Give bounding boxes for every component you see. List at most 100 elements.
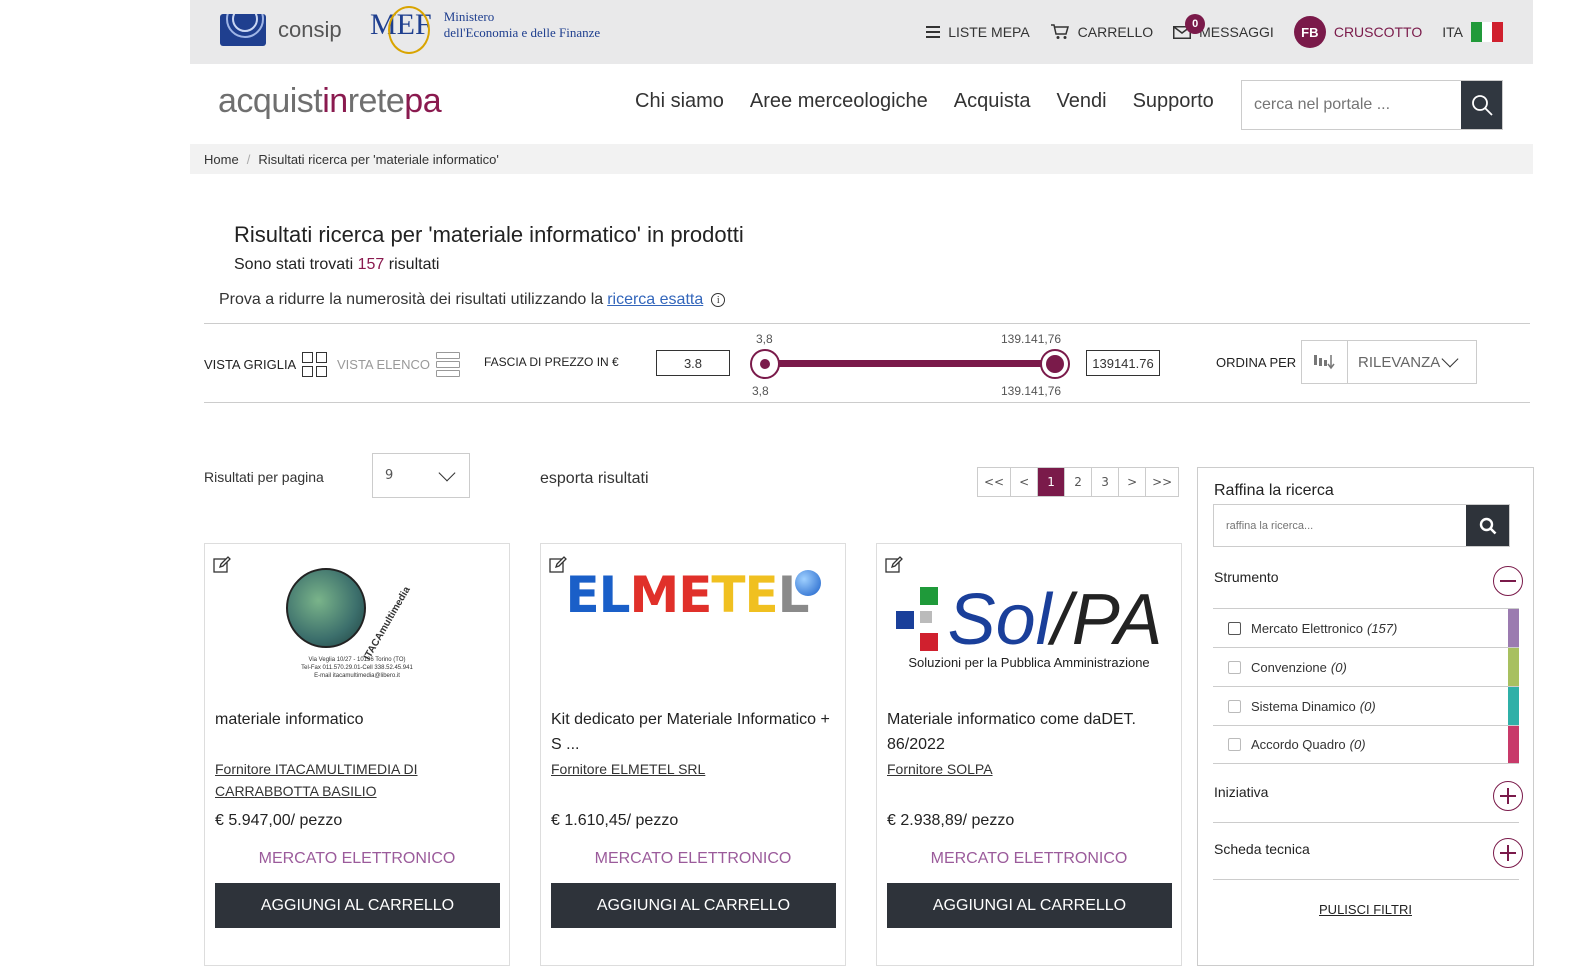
- expand-icon[interactable]: [1493, 781, 1523, 811]
- product-title[interactable]: Kit dedicato per Materiale Informatico +…: [551, 707, 831, 757]
- collapse-icon[interactable]: [1493, 566, 1523, 596]
- facet-checkbox[interactable]: [1228, 699, 1241, 713]
- results-per-page-select[interactable]: 9: [372, 453, 470, 498]
- product-card: Sol / PA Soluzioni per la Pubblica Ammin…: [876, 543, 1182, 966]
- nav-aree-merceologiche[interactable]: Aree merceologiche: [750, 90, 928, 113]
- list-view-toggle[interactable]: VISTA ELENCO: [337, 352, 460, 377]
- product-title[interactable]: materiale informatico: [215, 707, 495, 732]
- solpa-logo: Sol / PA Soluzioni per la Pubblica Ammin…: [895, 579, 1162, 670]
- language-label: ITA: [1442, 24, 1463, 40]
- consip-logo[interactable]: consip: [220, 14, 342, 46]
- results-count-suffix: risultati: [388, 256, 440, 273]
- pager-page-3[interactable]: 3: [1092, 468, 1120, 496]
- portal-search-button[interactable]: [1461, 81, 1502, 129]
- elmetel-logo-letter: L: [598, 566, 631, 624]
- expand-icon[interactable]: [1493, 838, 1523, 868]
- elmetel-logo-letter: E: [678, 566, 712, 624]
- breadcrumb-home[interactable]: Home: [204, 152, 239, 167]
- flag-stripe-green: [1471, 22, 1482, 42]
- acquistinretepa-logo[interactable]: acquistinretepa: [218, 82, 442, 121]
- add-to-cart-button[interactable]: AGGIUNGI AL CARRELLO: [215, 883, 500, 928]
- cruscotto-link[interactable]: FB CRUSCOTTO: [1293, 16, 1422, 48]
- facet-strumento-title[interactable]: Strumento: [1214, 569, 1279, 585]
- results-count: Sono stati trovati 157 risultati: [234, 256, 439, 274]
- chevron-down-icon: [438, 464, 456, 481]
- mef-logo-text: Ministero dell'Economia e delle Finanze: [444, 9, 600, 41]
- mef-logo[interactable]: MEF Ministero dell'Economia e delle Fina…: [370, 6, 600, 54]
- liste-mepa-label: LISTE MEPA: [948, 24, 1030, 40]
- results-count-number: 157: [357, 256, 385, 273]
- sort-select[interactable]: RILEVANZA: [1301, 340, 1477, 384]
- price-slider-max-handle[interactable]: [1040, 349, 1070, 379]
- pager-page-2[interactable]: 2: [1065, 468, 1093, 496]
- facet-option-sistema-dinamico[interactable]: Sistema Dinamico (0): [1213, 686, 1519, 725]
- liste-mepa-link[interactable]: LISTE MEPA: [926, 24, 1030, 40]
- flag-stripe-red: [1492, 22, 1504, 42]
- results-per-page-label: Risultati per pagina: [204, 469, 324, 485]
- pager-first[interactable]: <<: [978, 468, 1012, 496]
- nav-chi-siamo[interactable]: Chi siamo: [635, 90, 724, 113]
- add-to-cart-button[interactable]: AGGIUNGI AL CARRELLO: [887, 883, 1172, 928]
- grid-view-toggle[interactable]: VISTA GRIGLIA: [204, 352, 328, 377]
- pager-last[interactable]: >>: [1146, 468, 1178, 496]
- product-title[interactable]: Materiale informatico come daDET. 86/202…: [887, 707, 1167, 757]
- slider-min-bottom-label: 3,8: [752, 384, 769, 398]
- globe-icon: [794, 570, 821, 596]
- export-results-link[interactable]: esporta risultati: [540, 470, 649, 488]
- price-min-input[interactable]: 3.8: [656, 350, 730, 376]
- carrello-link[interactable]: CARRELLO: [1050, 24, 1153, 40]
- grid-view-label: VISTA GRIGLIA: [204, 357, 297, 372]
- refine-search: [1213, 504, 1510, 547]
- price-slider-track[interactable]: [766, 360, 1056, 367]
- refine-search-input[interactable]: [1214, 505, 1466, 546]
- facet-count: (0): [1359, 698, 1376, 714]
- price-range-label: FASCIA DI PREZZO IN €: [484, 355, 619, 369]
- product-price: € 1.610,45/ pezzo: [551, 812, 679, 829]
- info-icon[interactable]: i: [711, 293, 726, 307]
- refine-search-button[interactable]: [1466, 505, 1509, 546]
- brand-part-1: acquist: [218, 82, 323, 120]
- supplier-link[interactable]: Fornitore SOLPA: [887, 758, 1167, 780]
- language-selector[interactable]: ITA: [1442, 22, 1504, 42]
- supplier-logo[interactable]: Sol / PA Soluzioni per la Pubblica Ammin…: [877, 554, 1181, 694]
- search-icon: [1471, 95, 1493, 116]
- clear-filters-link[interactable]: PULISCI FILTRI: [1198, 902, 1533, 917]
- page-title: Risultati ricerca per 'materiale informa…: [234, 222, 744, 247]
- nav-vendi[interactable]: Vendi: [1057, 90, 1107, 113]
- pager-prev[interactable]: <: [1011, 468, 1039, 496]
- market-badge: MERCATO ELETTRONICO: [930, 850, 1128, 867]
- facet-option-convenzione[interactable]: Convenzione (0): [1213, 647, 1519, 686]
- facet-checkbox[interactable]: [1228, 621, 1241, 635]
- facet-checkbox[interactable]: [1228, 660, 1241, 674]
- facet-option-accordo-quadro[interactable]: Accordo Quadro (0): [1213, 725, 1519, 764]
- search-icon: [1479, 517, 1496, 534]
- facet-label: Convenzione: [1251, 659, 1327, 675]
- globe-icon: [285, 568, 366, 648]
- slider-min-top-label: 3,8: [756, 332, 773, 346]
- add-to-cart-button[interactable]: AGGIUNGI AL CARRELLO: [551, 883, 836, 928]
- supplier-link[interactable]: Fornitore ELMETEL SRL: [551, 758, 831, 780]
- nav-acquista[interactable]: Acquista: [954, 90, 1031, 113]
- product-card: ITACAmultimedia Via Veglia 10/27 - 10136…: [204, 543, 510, 966]
- consip-logo-text: consip: [278, 17, 342, 42]
- supplier-link[interactable]: Fornitore ITACAMULTIMEDIA DI CARRABBOTTA…: [215, 758, 495, 802]
- messaggi-link[interactable]: 0 MESSAGGI: [1173, 14, 1274, 40]
- avatar: FB: [1293, 16, 1326, 48]
- portal-search-input[interactable]: [1242, 81, 1461, 129]
- nav-supporto[interactable]: Supporto: [1133, 90, 1214, 113]
- italy-flag-icon: [1471, 22, 1504, 42]
- facet-checkbox[interactable]: [1228, 738, 1241, 751]
- results-count-prefix: Sono stati trovati: [234, 256, 354, 273]
- supplier-logo[interactable]: ITACAmultimedia Via Veglia 10/27 - 10136…: [205, 554, 509, 694]
- price-slider-min-handle[interactable]: [750, 349, 780, 379]
- pager-next[interactable]: >: [1119, 468, 1147, 496]
- facet-scheda-tecnica-title[interactable]: Scheda tecnica: [1214, 841, 1310, 857]
- exact-search-link[interactable]: ricerca esatta: [607, 291, 703, 309]
- supplier-logo[interactable]: ELMETEL: [541, 554, 845, 694]
- facet-iniziativa-title[interactable]: Iniziativa: [1214, 784, 1268, 800]
- itaca-logo-line-2: Tel-Fax 011.570.29.01-Cell 338.52.45.941: [301, 665, 413, 671]
- pager-page-1[interactable]: 1: [1038, 468, 1066, 496]
- product-card: ELMETEL Kit dedicato per Materiale Infor…: [540, 543, 846, 966]
- price-max-input[interactable]: 139141.76: [1086, 350, 1160, 376]
- facet-option-mercato-elettronico[interactable]: Mercato Elettronico (157): [1213, 608, 1519, 647]
